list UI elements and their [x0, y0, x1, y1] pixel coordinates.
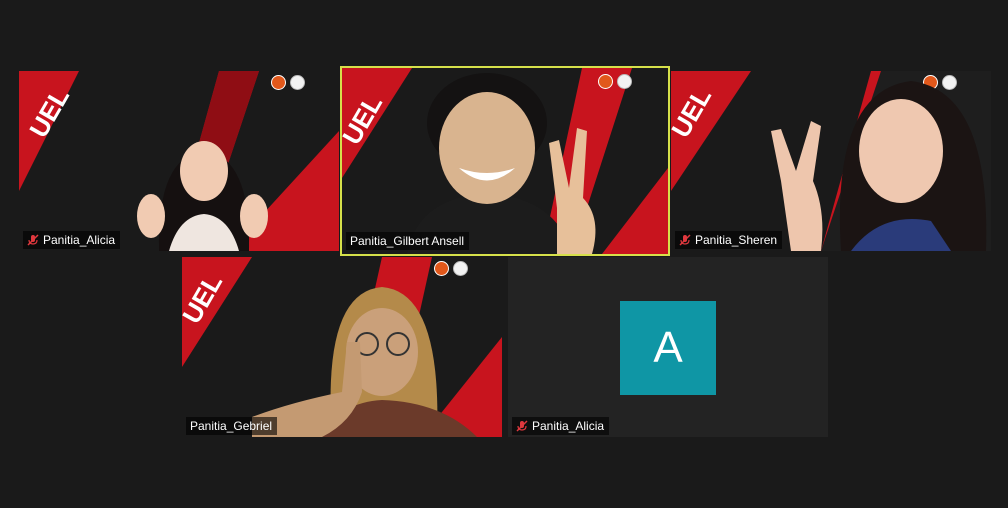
mic-off-icon [27, 234, 39, 246]
participant-name-tag: Panitia_Alicia [23, 231, 121, 249]
participant-video-gilbert [407, 73, 596, 254]
white-logo-badge-icon [453, 261, 468, 276]
orange-logo-badge-icon [271, 75, 286, 90]
participant-name-tag: Panitia_Alicia [512, 417, 610, 435]
avatar: A [620, 301, 716, 395]
participant-video-sheren [771, 81, 987, 251]
participant-name: Panitia_Sheren [695, 233, 778, 247]
participant-name-tag: Panitia_Sheren [675, 231, 783, 249]
participant-video-alicia [137, 141, 268, 251]
mic-off-icon [516, 420, 528, 432]
orange-logo-badge-icon [434, 261, 449, 276]
participant-name-tag: Panitia_Gilbert Ansell [346, 232, 470, 250]
video-tile-alicia-avatar[interactable]: A Panitia_Alicia [508, 257, 828, 437]
avatar-letter: A [653, 323, 683, 372]
video-tile-alicia[interactable]: UEL Panitia_Alicia [19, 71, 339, 251]
participant-name: Panitia_Alicia [532, 419, 605, 433]
video-tile-gilbert[interactable]: UEL Panitia_Gilbert Ansell [340, 66, 670, 256]
white-logo-badge-icon [290, 75, 305, 90]
tile-badges [271, 75, 305, 90]
mic-off-icon [679, 234, 691, 246]
tile-badges [434, 261, 468, 276]
participant-name-tag: Panitia_Gebriel [186, 417, 278, 435]
video-tile-sheren[interactable]: UEL Panitia_Sheren [671, 71, 991, 251]
participant-name: Panitia_Gebriel [190, 419, 273, 433]
participant-name: Panitia_Gilbert Ansell [350, 234, 465, 248]
participant-video-gebriel [252, 287, 477, 437]
participant-name: Panitia_Alicia [43, 233, 116, 247]
video-tile-gebriel[interactable]: UEL Panitia_Gebriel [182, 257, 502, 437]
